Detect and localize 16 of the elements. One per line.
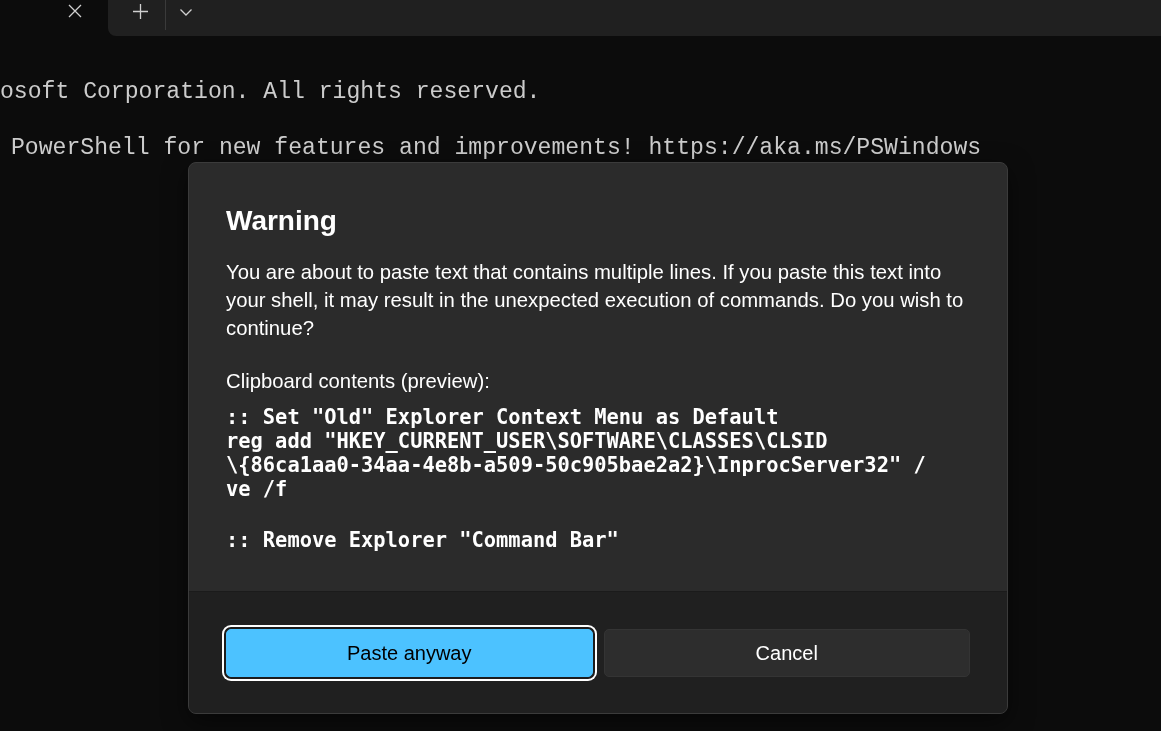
- terminal-text: PowerShell for new features and improvements! https://aka.ms/PSWindows: [11, 134, 982, 162]
- dropdown-button[interactable]: [180, 9, 192, 16]
- terminal-text: osoft Corporation. All rights reserved.: [0, 78, 541, 106]
- dialog-title: Warning: [226, 204, 337, 238]
- clipboard-code-line: reg add "HKEY_CURRENT_USER\SOFTWARE\CLASSES\CLSID: [226, 429, 828, 453]
- clipboard-label: Clipboard contents (preview):: [226, 369, 490, 394]
- close-icon[interactable]: [68, 4, 82, 18]
- new-tab-button[interactable]: [133, 4, 148, 19]
- plus-icon: [133, 4, 148, 19]
- chevron-down-icon: [180, 9, 192, 16]
- clipboard-code-line: :: Set "Old" Explorer Context Menu as Default: [226, 405, 779, 429]
- clipboard-code-line: \{86ca1aa0-34aa-4e8b-a509-50c905bae2a2}\InprocServer32" /: [226, 453, 926, 477]
- cancel-button[interactable]: Cancel: [603, 629, 970, 677]
- clipboard-code-line: :: Remove Explorer "Command Bar": [226, 528, 619, 552]
- dialog-message: You are about to paste text that contains multiple lines. If you paste this text into your shell, it may result in the unexpected execution of commands. Do you wish to continue?: [226, 260, 965, 341]
- clipboard-code-line: ve /f: [226, 477, 288, 501]
